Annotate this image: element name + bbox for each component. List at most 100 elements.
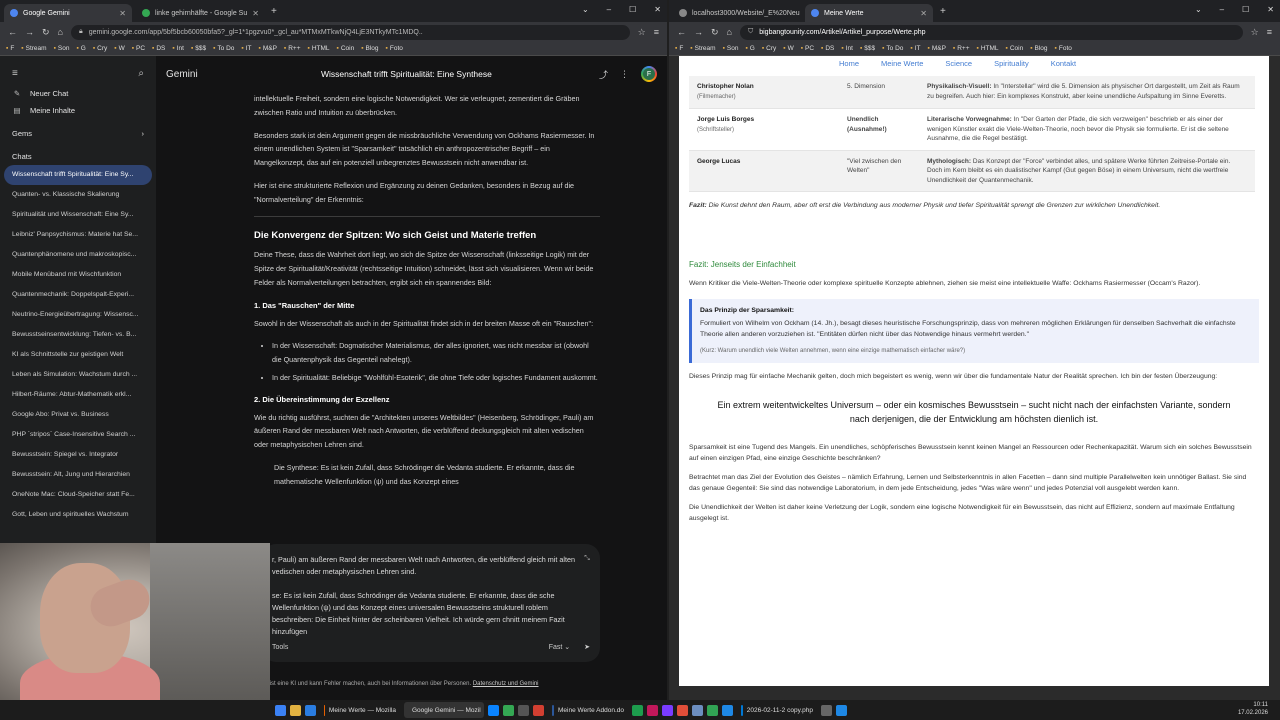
bookmark[interactable]: W bbox=[783, 45, 794, 52]
chat-item[interactable]: Quantenmechanik: Doppelspalt-Experi... bbox=[0, 285, 156, 305]
bookmark[interactable]: IT bbox=[910, 45, 921, 52]
taskbar-item[interactable]: Meine Werte Addon.do bbox=[548, 702, 628, 718]
bookmark[interactable]: Foto bbox=[1055, 45, 1072, 52]
close-tab-icon[interactable]: ✕ bbox=[252, 9, 259, 18]
close-tab-icon[interactable]: ✕ bbox=[119, 9, 126, 18]
tools-button[interactable]: Tools bbox=[272, 642, 288, 654]
chat-item[interactable]: Leibniz' Panpsychismus: Materie hat Se..… bbox=[0, 225, 156, 245]
chat-item[interactable]: Quantenphänomene und makroskopisc... bbox=[0, 245, 156, 265]
tab-google-gemini[interactable]: Google Gemini ✕ bbox=[4, 4, 132, 22]
reload-icon[interactable]: ↻ bbox=[711, 27, 719, 38]
bookmark[interactable]: DS bbox=[821, 45, 834, 52]
reload-icon[interactable]: ↻ bbox=[42, 27, 50, 38]
new-tab-button[interactable]: + bbox=[937, 6, 949, 17]
hamburger-menu-icon[interactable]: ≡ bbox=[12, 68, 18, 79]
chat-item[interactable]: Leben als Simulation: Wachstum durch ... bbox=[0, 365, 156, 385]
back-icon[interactable]: ← bbox=[8, 27, 17, 37]
chat-item[interactable]: OneNote Mac: Cloud-Speicher statt Fe... bbox=[0, 485, 156, 505]
chat-item[interactable]: Google Abo: Privat vs. Business bbox=[0, 405, 156, 425]
bookmark[interactable]: $$$ bbox=[860, 45, 875, 52]
bookmark[interactable]: Son bbox=[54, 45, 70, 52]
settings-icon[interactable] bbox=[821, 704, 832, 716]
chat-item[interactable]: Wissenschaft trifft Spiritualität: Eine … bbox=[4, 165, 152, 185]
close-window-icon[interactable]: ✕ bbox=[1267, 5, 1274, 14]
chat-item[interactable]: KI als Schnittstelle zur geistigen Welt bbox=[0, 345, 156, 365]
nav-link-home[interactable]: Home bbox=[839, 58, 859, 69]
bookmark[interactable]: F bbox=[6, 45, 14, 52]
app-icon[interactable] bbox=[677, 704, 688, 716]
star-icon[interactable]: ☆ bbox=[638, 27, 646, 38]
collapse-icon[interactable]: ⤡ bbox=[584, 552, 590, 564]
chrome-icon[interactable] bbox=[503, 704, 514, 716]
model-selector[interactable]: Fast ⌄ bbox=[549, 642, 570, 654]
windows-start-icon[interactable] bbox=[275, 704, 286, 716]
taskbar-item[interactable]: Meine Werte — Mozilla bbox=[320, 702, 400, 718]
bookmark[interactable]: $$$ bbox=[191, 45, 206, 52]
close-tab-icon[interactable]: ✕ bbox=[920, 9, 927, 18]
bookmark[interactable]: PC bbox=[132, 45, 145, 52]
file-explorer-icon[interactable] bbox=[290, 704, 301, 716]
bookmark[interactable]: Blog bbox=[361, 45, 379, 52]
chevron-down-icon[interactable]: ⌄ bbox=[1195, 5, 1202, 14]
new-tab-button[interactable]: + bbox=[268, 6, 280, 17]
menu-icon[interactable]: ≡ bbox=[654, 27, 659, 37]
menu-icon[interactable]: ≡ bbox=[1267, 27, 1272, 37]
gems-section[interactable]: Gems › bbox=[0, 119, 156, 142]
bookmark[interactable]: G bbox=[745, 45, 755, 52]
bookmark[interactable]: Int bbox=[841, 45, 853, 52]
bookmark[interactable]: IT bbox=[241, 45, 252, 52]
system-clock[interactable]: 10:11 17.02.2026 bbox=[1238, 702, 1268, 717]
bookmark[interactable]: HTML bbox=[308, 45, 330, 52]
tab-localhost[interactable]: localhost3000/Website/_E%20Neu ✕ bbox=[673, 4, 801, 22]
tab-google-search[interactable]: linke gehirnhälfte - Google Su ✕ bbox=[136, 4, 264, 22]
terminal-icon[interactable] bbox=[518, 704, 529, 716]
app-icon[interactable] bbox=[836, 704, 847, 716]
prompt-composer[interactable]: r, Pauli) am äußeren Rand der messbaren … bbox=[262, 544, 600, 662]
back-icon[interactable]: ← bbox=[677, 27, 686, 37]
new-chat-button[interactable]: ✎ Neuer Chat bbox=[0, 85, 156, 102]
chat-item[interactable]: Gott, Leben und spirituelles Wachstum bbox=[0, 505, 156, 525]
bookmark[interactable]: Blog bbox=[1030, 45, 1048, 52]
chevron-down-icon[interactable]: ⌄ bbox=[582, 5, 589, 14]
share-icon[interactable]: ⤴ bbox=[599, 68, 608, 81]
my-content-button[interactable]: ▤ Meine Inhalte bbox=[0, 102, 156, 119]
chat-item[interactable]: Bewusstsein: Spiegel vs. Integrator bbox=[0, 445, 156, 465]
bookmark[interactable]: Son bbox=[723, 45, 739, 52]
bookmark[interactable]: Stream bbox=[21, 45, 47, 52]
maximize-icon[interactable]: ☐ bbox=[629, 5, 636, 14]
chat-item[interactable]: Spiritualität und Wissenschaft: Eine Sy.… bbox=[0, 205, 156, 225]
bookmark[interactable]: HTML bbox=[977, 45, 999, 52]
forward-icon[interactable]: → bbox=[694, 27, 703, 37]
bookmark[interactable]: Cry bbox=[93, 45, 107, 52]
nav-link-science[interactable]: Science bbox=[945, 58, 972, 69]
send-icon[interactable]: ➤ bbox=[584, 642, 590, 654]
bookmark[interactable]: W bbox=[114, 45, 125, 52]
bookmark[interactable]: M&P bbox=[259, 45, 277, 52]
tab-meine-werte[interactable]: Meine Werte ✕ bbox=[805, 4, 933, 22]
chat-item[interactable]: Bewusstsein: Alt, Jung und Hierarchien bbox=[0, 465, 156, 485]
bookmark[interactable]: F bbox=[675, 45, 683, 52]
bookmark[interactable]: Int bbox=[172, 45, 184, 52]
app-icon[interactable] bbox=[662, 704, 673, 716]
bookmark[interactable]: R++ bbox=[953, 45, 969, 52]
gemini-brand[interactable]: Gemini bbox=[166, 69, 198, 80]
minimize-icon[interactable]: – bbox=[1220, 5, 1224, 14]
minimize-icon[interactable]: – bbox=[607, 5, 611, 14]
app-icon[interactable] bbox=[692, 704, 703, 716]
chat-item[interactable]: Neutrino-Energieübertragung: Wissensc... bbox=[0, 305, 156, 325]
chat-item[interactable]: Mobile Menüband mit Wischfunktion bbox=[0, 265, 156, 285]
bookmark[interactable]: To Do bbox=[213, 45, 234, 52]
taskbar-item[interactable]: Google Gemini — Mozil bbox=[404, 702, 484, 718]
home-icon[interactable]: ⌂ bbox=[727, 27, 732, 37]
bookmark[interactable]: G bbox=[76, 45, 86, 52]
chat-item[interactable]: Quanten- vs. Klassische Skalierung bbox=[0, 185, 156, 205]
bookmark[interactable]: Cry bbox=[762, 45, 776, 52]
maximize-icon[interactable]: ☐ bbox=[1242, 5, 1249, 14]
app-icon[interactable] bbox=[707, 704, 718, 716]
bookmark[interactable]: PC bbox=[801, 45, 814, 52]
prompt-input[interactable]: r, Pauli) am äußeren Rand der messbaren … bbox=[272, 554, 590, 638]
chat-item[interactable]: Bewusstseinsentwicklung: Tiefen- vs. B..… bbox=[0, 325, 156, 345]
chat-item[interactable]: PHP `stripos` Case-Insensitive Search ..… bbox=[0, 425, 156, 445]
privacy-link[interactable]: Datenschutz und Gemini bbox=[473, 681, 539, 687]
app-icon[interactable] bbox=[647, 704, 658, 716]
